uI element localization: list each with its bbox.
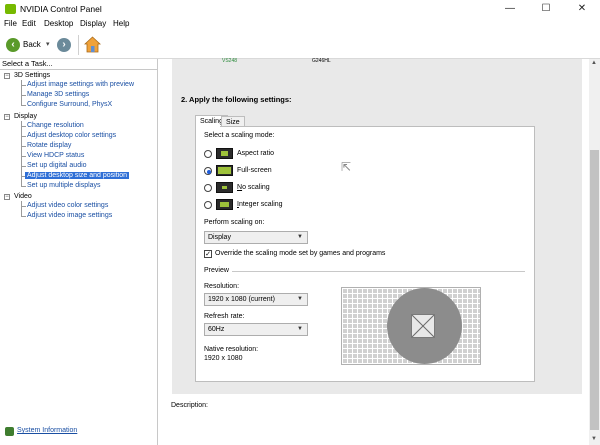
tree-line bbox=[21, 201, 22, 217]
toolbar: ‹ Back ▾ › bbox=[0, 31, 600, 59]
forward-arrow-icon[interactable]: › bbox=[57, 38, 71, 52]
tree-branch bbox=[21, 166, 26, 167]
integer-scaling-label[interactable]: Integer scaling bbox=[237, 201, 283, 208]
link-adjust-video-image-settings[interactable]: Adjust video image settings bbox=[27, 212, 112, 219]
category-display[interactable]: Display bbox=[14, 113, 37, 120]
link-view-hdcp-status[interactable]: View HDCP status bbox=[27, 152, 84, 159]
toolbar-divider bbox=[78, 35, 79, 55]
task-panel: Select a Task... − 3D Settings Adjust im… bbox=[0, 59, 158, 445]
window-title: NVIDIA Control Panel bbox=[20, 4, 102, 14]
display-name-right: G246HL bbox=[312, 58, 331, 64]
scrollbar-thumb[interactable] bbox=[590, 150, 599, 430]
link-adjust-desktop-color-settings[interactable]: Adjust desktop color settings bbox=[27, 132, 116, 139]
menu-edit[interactable]: Edit bbox=[22, 19, 36, 28]
link-set-up-digital-audio[interactable]: Set up digital audio bbox=[27, 162, 87, 169]
collapse-display-toggle[interactable]: − bbox=[4, 114, 10, 120]
maximize-button[interactable]: ☐ bbox=[528, 0, 564, 18]
minimize-button[interactable]: — bbox=[492, 0, 528, 18]
preview-square-graphic bbox=[411, 314, 435, 338]
tree-branch bbox=[21, 146, 26, 147]
tree-branch bbox=[21, 95, 26, 96]
tree-branch bbox=[21, 126, 26, 127]
back-arrow-icon[interactable]: ‹ bbox=[6, 38, 20, 52]
perform-scaling-on-label: Perform scaling on: bbox=[204, 219, 265, 226]
menu-file[interactable]: File bbox=[4, 19, 17, 28]
tree-branch bbox=[21, 156, 26, 157]
link-adjust-desktop-size-and-position[interactable]: Adjust desktop size and position bbox=[25, 172, 130, 179]
system-information-icon[interactable] bbox=[5, 427, 14, 436]
no-scaling-label[interactable]: No scaling bbox=[237, 184, 270, 191]
link-rotate-display[interactable]: Rotate display bbox=[27, 142, 71, 149]
menu-bar: File Edit Desktop Display Help bbox=[0, 18, 600, 31]
title-bar: NVIDIA Control Panel — ☐ ✕ bbox=[0, 0, 600, 18]
chevron-down-icon: ▼ bbox=[297, 296, 303, 302]
select-task-heading: Select a Task... bbox=[2, 59, 53, 68]
step-heading: 2. Apply the following settings: bbox=[181, 95, 292, 104]
task-panel-divider bbox=[0, 69, 157, 70]
tree-branch bbox=[21, 105, 26, 106]
menu-display[interactable]: Display bbox=[80, 19, 106, 28]
link-set-up-multiple-displays[interactable]: Set up multiple displays bbox=[27, 182, 101, 189]
native-resolution-value: 1920 x 1080 bbox=[204, 355, 243, 362]
no-scaling-icon bbox=[216, 182, 233, 193]
preview-divider bbox=[232, 271, 525, 272]
display-name-left: VS248 bbox=[222, 58, 238, 64]
full-screen-icon bbox=[216, 165, 233, 176]
collapse-3d-settings-toggle[interactable]: − bbox=[4, 73, 10, 79]
close-button[interactable]: ✕ bbox=[564, 0, 600, 18]
full-screen-label[interactable]: Full-screen bbox=[237, 167, 272, 174]
override-scaling-label[interactable]: Override the scaling mode set by games a… bbox=[215, 250, 385, 257]
category-3d-settings[interactable]: 3D Settings bbox=[14, 72, 50, 79]
description-label: Description: bbox=[171, 402, 208, 409]
scroll-down-icon[interactable]: ▼ bbox=[591, 436, 597, 442]
refresh-rate-select[interactable]: 60Hz ▼ bbox=[204, 323, 308, 336]
link-adjust-image-settings-with-preview[interactable]: Adjust image settings with preview bbox=[27, 81, 134, 88]
preview-label: Preview bbox=[204, 267, 229, 274]
refresh-rate-value: 60Hz bbox=[208, 326, 225, 333]
scaling-mode-label: Select a scaling mode: bbox=[204, 132, 275, 139]
tree-branch bbox=[21, 85, 26, 86]
tree-line bbox=[21, 80, 22, 106]
refresh-rate-label: Refresh rate: bbox=[204, 313, 245, 320]
resolution-label: Resolution: bbox=[204, 283, 240, 290]
link-manage-3d-settings[interactable]: Manage 3D settings bbox=[27, 91, 89, 98]
scroll-up-icon[interactable]: ▲ bbox=[591, 60, 597, 66]
menu-help[interactable]: Help bbox=[113, 19, 129, 28]
native-resolution-label: Native resolution: bbox=[204, 346, 259, 353]
category-video[interactable]: Video bbox=[14, 193, 32, 200]
back-dropdown-icon[interactable]: ▾ bbox=[46, 40, 50, 48]
link-change-resolution[interactable]: Change resolution bbox=[27, 122, 84, 129]
perform-scaling-on-select[interactable]: Display ▼ bbox=[204, 231, 308, 244]
integer-scaling-icon bbox=[216, 199, 233, 210]
collapse-video-toggle[interactable]: − bbox=[4, 194, 10, 200]
resolution-value: 1920 x 1080 (current) bbox=[208, 296, 275, 303]
aspect-ratio-icon bbox=[216, 148, 233, 159]
perform-scaling-on-value: Display bbox=[208, 234, 231, 241]
system-information-link[interactable]: System Information bbox=[17, 427, 77, 434]
tree-branch bbox=[21, 186, 26, 187]
tree-branch bbox=[21, 216, 26, 217]
radio-no-scaling[interactable] bbox=[204, 184, 212, 192]
active-tab-joiner bbox=[196, 125, 220, 127]
nvidia-logo-icon bbox=[5, 4, 16, 14]
chevron-down-icon: ▼ bbox=[297, 234, 303, 240]
home-icon[interactable] bbox=[83, 36, 102, 53]
back-button-label[interactable]: Back bbox=[23, 40, 41, 49]
chevron-down-icon: ▼ bbox=[297, 326, 303, 332]
tree-line bbox=[21, 121, 22, 187]
aspect-ratio-label[interactable]: Aspect ratio bbox=[237, 150, 274, 157]
resolution-select[interactable]: 1920 x 1080 (current) ▼ bbox=[204, 293, 308, 306]
radio-aspect-ratio[interactable] bbox=[204, 150, 212, 158]
radio-integer-scaling[interactable] bbox=[204, 201, 212, 209]
radio-full-screen[interactable] bbox=[204, 167, 212, 175]
tree-branch bbox=[21, 136, 26, 137]
tree-branch bbox=[21, 206, 26, 207]
link-adjust-video-color-settings[interactable]: Adjust video color settings bbox=[27, 202, 108, 209]
mouse-pointer-icon: ⇱ bbox=[341, 160, 352, 174]
override-scaling-checkbox[interactable]: ✓ bbox=[204, 250, 212, 258]
link-configure-surround-physx[interactable]: Configure Surround, PhysX bbox=[27, 101, 112, 108]
menu-desktop[interactable]: Desktop bbox=[44, 19, 73, 28]
